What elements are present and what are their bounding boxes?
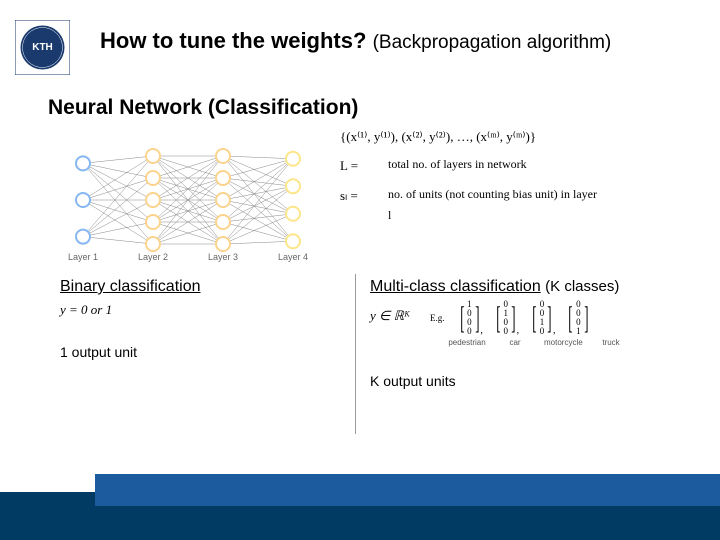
slide-title: How to tune the weights? (Backpropagatio… (100, 28, 611, 54)
slide-footer (0, 474, 720, 540)
multiclass-classification-section: Multi-class classification (K classes) y… (370, 278, 630, 389)
vector-1: [0100], (493, 300, 519, 336)
layer1-label: Layer 1 (68, 252, 98, 262)
binary-heading: Binary classification (60, 278, 201, 296)
vector-0: [1000], (457, 300, 483, 336)
binary-eq: y = 0 or 1 (60, 302, 201, 318)
kth-logo: KTH (15, 20, 70, 75)
multi-heading: Multi-class classification (K classes) (370, 278, 630, 296)
binary-classification-section: Binary classification y = 0 or 1 1 outpu… (60, 278, 201, 360)
layer3-label: Layer 3 (208, 252, 238, 262)
layer2-label: Layer 2 (138, 252, 168, 262)
example-vectors: E.g. [1000],[0100],[0010],[0001] (430, 300, 630, 336)
vector-2: [0010], (529, 300, 555, 336)
svg-text:KTH: KTH (32, 42, 53, 53)
title-sub: (Backpropagation algorithm) (373, 32, 612, 53)
multi-eq: y ∈ ℝᴷ (370, 298, 424, 324)
section-heading: Neural Network (Classification) (48, 96, 358, 120)
definitions: {(x⁽¹⁾, y⁽¹⁾), (x⁽²⁾, y⁽²⁾), …, (x⁽ᵐ⁾, y… (340, 125, 598, 233)
neural-network-diagram (58, 130, 318, 270)
vector-labels: pedestriancarmotorcycletruck (448, 338, 630, 347)
vector-3: [0001] (565, 300, 591, 336)
binary-output-units: 1 output unit (60, 344, 201, 360)
L-definition: L = total no. of layers in network (340, 154, 598, 177)
title-main: How to tune the weights? (100, 28, 366, 53)
multi-output-units: K output units (370, 373, 630, 389)
sl-definition: sₗ = no. of units (not counting bias uni… (340, 184, 598, 227)
dataset-notation: {(x⁽¹⁾, y⁽¹⁾), (x⁽²⁾, y⁽²⁾), …, (x⁽ᵐ⁾, y… (340, 125, 598, 148)
vertical-divider (355, 274, 356, 434)
layer4-label: Layer 4 (278, 252, 308, 262)
